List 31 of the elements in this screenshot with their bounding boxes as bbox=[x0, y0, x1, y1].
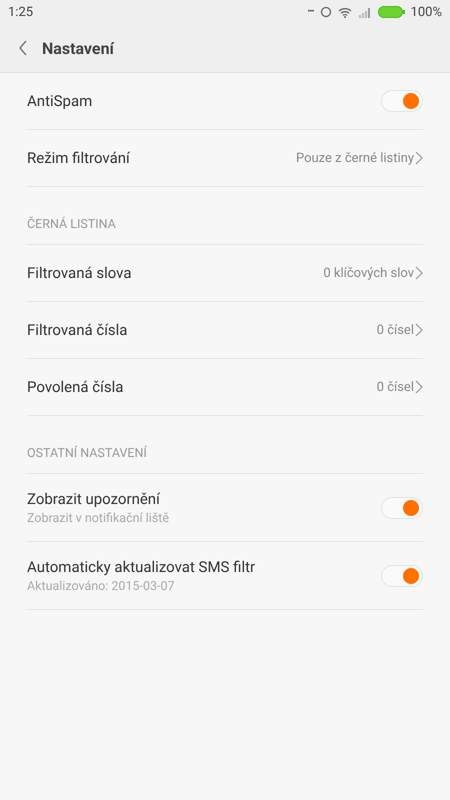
sync-icon bbox=[320, 6, 332, 18]
setting-subtitle: Aktualizováno: 2015-03-07 bbox=[27, 578, 176, 594]
status-dots: ••• bbox=[307, 7, 314, 17]
battery-percent: 100% bbox=[410, 4, 442, 20]
setting-title: Režim filtrování bbox=[27, 149, 131, 167]
section-header: OSTATNÍ NASTAVENÍ bbox=[27, 446, 147, 461]
setting-value[interactable]: 0 čísel bbox=[376, 322, 414, 338]
setting-title: Automaticky aktualizovat SMS filtr bbox=[27, 558, 256, 576]
status-time: 1:25 bbox=[8, 4, 34, 20]
toggle-switch[interactable] bbox=[381, 496, 423, 518]
wifi-icon bbox=[338, 6, 352, 18]
chevron-icon bbox=[415, 151, 423, 165]
back-icon[interactable] bbox=[18, 40, 28, 56]
setting-title: Zobrazit upozornění bbox=[27, 490, 162, 508]
setting-title: Filtrovaná čísla bbox=[27, 321, 128, 339]
setting-value[interactable]: 0 klíčových slov bbox=[323, 266, 414, 280]
chevron-icon bbox=[415, 380, 423, 394]
battery-icon bbox=[378, 6, 405, 18]
toggle-switch[interactable] bbox=[381, 564, 423, 586]
setting-value[interactable]: 0 čísel bbox=[376, 380, 414, 394]
section-header: ČERNÁ LISTINA bbox=[27, 217, 116, 232]
chevron-icon bbox=[415, 323, 423, 337]
setting-value[interactable]: Pouze z černé listiny bbox=[296, 150, 414, 166]
signal-icon bbox=[358, 6, 372, 18]
setting-title: AntiSpam bbox=[27, 92, 94, 110]
page-title: Nastavení bbox=[42, 38, 114, 58]
setting-title: Filtrovaná slova bbox=[27, 264, 133, 282]
setting-subtitle: Zobrazit v notifikační liště bbox=[27, 510, 170, 526]
toggle-switch[interactable] bbox=[381, 90, 423, 112]
setting-title: Povolená čísla bbox=[27, 378, 124, 396]
chevron-icon bbox=[415, 266, 423, 280]
